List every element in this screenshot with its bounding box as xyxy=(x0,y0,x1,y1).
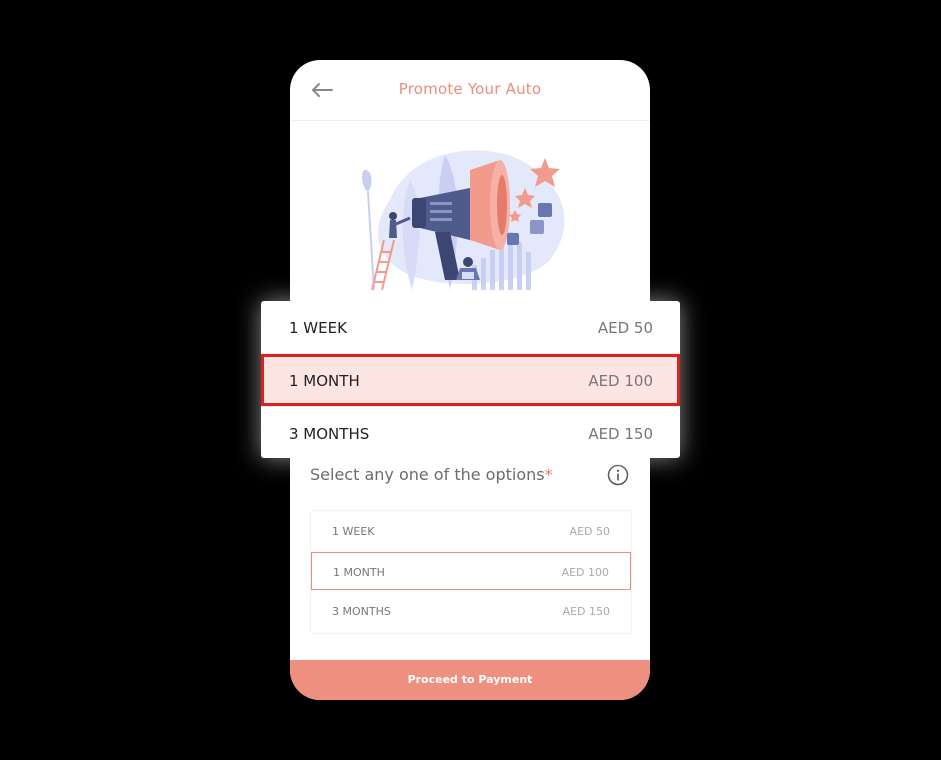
info-icon[interactable] xyxy=(607,464,629,486)
app-header: Promote Your Auto xyxy=(290,60,650,121)
option-1-month[interactable]: 1 MONTH AED 100 xyxy=(311,552,631,590)
select-options-label: Select any one of the options* xyxy=(310,465,553,484)
dropdown-option-3-months[interactable]: 3 MONTHS AED 150 xyxy=(261,407,680,459)
dropdown-option-price: AED 150 xyxy=(588,425,653,443)
dropdown-option-1-week[interactable]: 1 WEEK AED 50 xyxy=(261,301,680,353)
dropdown-option-1-month[interactable]: 1 MONTH AED 100 xyxy=(261,354,680,406)
option-price: AED 100 xyxy=(561,566,609,579)
dropdown-option-price: AED 100 xyxy=(588,372,653,390)
option-price: AED 150 xyxy=(562,605,610,618)
options-list: 1 WEEK AED 50 1 MONTH AED 100 3 MONTHS A… xyxy=(310,510,632,634)
option-label: 1 MONTH xyxy=(333,566,385,579)
option-1-week[interactable]: 1 WEEK AED 50 xyxy=(311,512,631,550)
option-label: 3 MONTHS xyxy=(332,605,391,618)
dropdown-option-label: 3 MONTHS xyxy=(289,425,370,443)
dropdown-option-label: 1 MONTH xyxy=(289,372,360,390)
options-dropdown-zoom: 1 WEEK AED 50 1 MONTH AED 100 3 MONTHS A… xyxy=(261,301,680,458)
dropdown-option-label: 1 WEEK xyxy=(289,319,347,337)
proceed-to-payment-button[interactable]: Proceed to Payment xyxy=(290,660,650,700)
select-options-text: Select any one of the options xyxy=(310,465,545,484)
dropdown-option-price: AED 50 xyxy=(597,319,653,337)
option-3-months[interactable]: 3 MONTHS AED 150 xyxy=(311,592,631,630)
megaphone-illustration xyxy=(361,150,565,291)
page-title: Promote Your Auto xyxy=(398,80,542,98)
option-price: AED 50 xyxy=(569,525,610,538)
option-label: 1 WEEK xyxy=(332,525,375,538)
required-asterisk: * xyxy=(544,465,553,484)
